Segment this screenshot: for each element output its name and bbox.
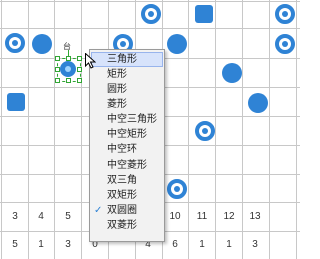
menu-item[interactable]: 中空矩形 [90,127,164,142]
menu-item-label: 中空菱形 [107,159,147,171]
circle-token[interactable] [248,93,268,113]
ring-token[interactable] [5,33,25,53]
menu-item-label: 双矩形 [107,189,137,201]
ring-token[interactable] [195,121,215,141]
menu-item[interactable]: ✓ 双圆圈 [90,203,164,218]
menu-item[interactable]: 菱形 [90,97,164,112]
grid-vline [81,0,82,259]
top-number: 12 [223,211,235,222]
menu-item-label: 菱形 [107,99,127,111]
resize-handle[interactable] [77,56,82,61]
top-number: 3 [12,211,18,222]
grid-hline [0,28,300,29]
menu-item[interactable]: 中空环 [90,142,164,157]
top-number: 11 [196,211,208,222]
mouse-cursor-icon [85,53,96,69]
checkmark-icon: ✓ [94,204,103,216]
menu-item-label: 中空环 [107,144,137,156]
menu-item-label: 三角形 [107,54,137,65]
menu-item[interactable]: 中空三角形 [90,112,164,127]
circle-token[interactable] [222,63,242,83]
top-number: 10 [169,211,181,222]
puzzle-board[interactable]: 345910111213513046113 台 三角形矩形圆形菱形中空三角形中空… [0,0,300,259]
resize-handle[interactable] [55,56,60,61]
menu-item-label: 圆形 [107,84,127,96]
resize-handle[interactable] [55,67,60,72]
bottom-number: 5 [12,239,18,250]
menu-item-label: 矩形 [107,69,127,80]
menu-item[interactable]: 双矩形 [90,188,164,203]
top-number: 13 [249,211,261,222]
ring-token[interactable] [275,4,295,24]
menu-item-list: 三角形矩形圆形菱形中空三角形中空矩形中空环中空菱形双三角双矩形 ✓ 双圆圈双菱形 [90,52,164,233]
top-number: 5 [65,211,71,222]
bottom-number: 3 [65,239,71,250]
resize-handle[interactable] [55,78,60,83]
top-number: 4 [38,211,44,222]
menu-item[interactable]: 双三角 [90,173,164,188]
menu-item[interactable]: 圆形 [90,82,164,97]
selected-shape-label: 台 [63,42,71,51]
menu-item[interactable]: 三角形 [91,52,163,67]
resize-handle[interactable] [77,78,82,83]
selected-circle-token[interactable] [60,61,76,77]
menu-item[interactable]: 中空菱形 [90,158,164,173]
menu-item-label: 双菱形 [107,219,137,231]
grid-vline [269,0,270,259]
resize-handle[interactable] [66,56,71,61]
menu-item[interactable]: 矩形 [90,67,164,82]
square-token[interactable] [7,93,25,111]
bottom-number: 1 [199,239,205,250]
bottom-number: 1 [226,239,232,250]
square-token[interactable] [195,5,213,23]
ring-token[interactable] [141,4,161,24]
bottom-number: 1 [38,239,44,250]
circle-token[interactable] [32,34,52,54]
menu-item-label: 中空三角形 [107,114,157,126]
bottom-number: 6 [172,239,178,250]
menu-item-label: 双圆圈 [107,204,137,216]
ring-token[interactable] [275,34,295,54]
grid-vline [296,0,297,259]
menu-item-label: 中空矩形 [107,129,147,141]
menu-item-label: 双三角 [107,174,137,186]
menu-item[interactable]: 双菱形 [90,218,164,233]
resize-handle[interactable] [77,67,82,72]
resize-handle[interactable] [66,78,71,83]
grid-hline [0,1,300,2]
shape-context-menu: 三角形矩形圆形菱形中空三角形中空矩形中空环中空菱形双三角双矩形 ✓ 双圆圈双菱形 [89,49,165,242]
circle-token[interactable] [167,34,187,54]
ring-token[interactable] [167,179,187,199]
bottom-number: 3 [252,239,258,250]
